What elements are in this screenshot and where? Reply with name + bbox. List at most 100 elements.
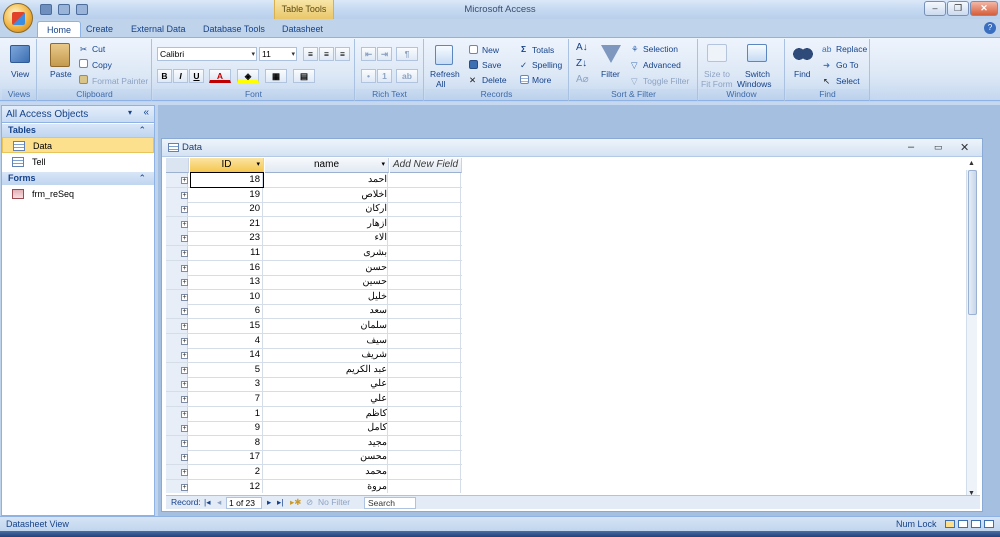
expand-subdatasheet-icon[interactable]: + — [181, 396, 188, 403]
table-row[interactable]: +16 حسن — [166, 260, 462, 276]
table-row[interactable]: +18 احمد — [166, 172, 462, 188]
row-selector[interactable]: + — [166, 187, 188, 202]
table-row[interactable]: +2 محمد — [166, 465, 462, 480]
row-selector[interactable]: + — [166, 260, 188, 275]
expand-subdatasheet-icon[interactable]: + — [181, 469, 188, 476]
expand-subdatasheet-icon[interactable]: + — [181, 177, 188, 184]
tab-database-tools[interactable]: Database Tools — [194, 21, 274, 37]
row-selector[interactable]: + — [166, 377, 188, 392]
cell-id[interactable]: 9 — [191, 421, 263, 436]
align-right-icon[interactable]: ≡ — [335, 47, 350, 61]
pivot-table-view-icon[interactable] — [958, 520, 968, 528]
shutter-bar-close-icon[interactable]: « — [143, 107, 149, 118]
cell-name[interactable]: سيف — [264, 333, 388, 348]
cell-name[interactable]: سلمان — [264, 319, 388, 333]
more-icon[interactable] — [520, 75, 529, 84]
cell-id[interactable]: 12 — [191, 479, 263, 493]
table-row[interactable]: +21 ازهار — [166, 216, 462, 232]
cell-name[interactable]: مروة — [264, 479, 388, 493]
view-button[interactable]: View — [11, 69, 29, 79]
filter-status-text[interactable]: No Filter — [318, 496, 350, 509]
alternate-fill-icon[interactable]: ▤ — [293, 69, 315, 83]
font-color-button[interactable]: A — [209, 69, 231, 83]
table-row[interactable]: +17 محسن — [166, 450, 462, 466]
goto-icon[interactable]: ➜ — [823, 60, 830, 71]
table-row[interactable]: +19 اخلاص — [166, 187, 462, 203]
fill-color-icon[interactable]: ◈ — [237, 69, 259, 83]
cell-add-new-field[interactable] — [389, 392, 461, 406]
nav-item-data-table[interactable]: Data — [2, 137, 154, 153]
table-row[interactable]: +10 خليل — [166, 289, 462, 305]
row-selector[interactable]: + — [166, 421, 188, 436]
new-button[interactable]: New — [482, 45, 499, 55]
cell-id[interactable]: 2 — [191, 465, 263, 479]
switch-windows-button[interactable]: Switch — [745, 69, 770, 79]
table-row[interactable]: +13 حسين — [166, 275, 462, 291]
nav-pane-header[interactable]: All Access Objects ▾ « — [2, 106, 154, 123]
pivot-chart-view-icon[interactable] — [971, 520, 981, 528]
row-selector[interactable]: + — [166, 479, 188, 493]
cell-add-new-field[interactable] — [389, 319, 461, 333]
row-selector[interactable]: + — [166, 450, 188, 465]
cell-name[interactable]: محسن — [264, 450, 388, 465]
tab-datasheet[interactable]: Datasheet — [273, 21, 332, 37]
row-selector[interactable]: + — [166, 231, 188, 246]
row-selector[interactable]: + — [166, 348, 188, 363]
last-record-icon[interactable]: ▸| — [277, 496, 283, 509]
switch-windows-line2[interactable]: Windows — [737, 79, 771, 89]
font-size-combo[interactable]: 11 ▾ — [259, 47, 297, 61]
cell-add-new-field[interactable] — [389, 421, 461, 436]
expand-subdatasheet-icon[interactable]: + — [181, 366, 188, 374]
expand-subdatasheet-icon[interactable]: + — [181, 410, 188, 418]
expand-subdatasheet-icon[interactable]: + — [181, 279, 188, 287]
find-button[interactable]: Find — [794, 69, 811, 79]
expand-subdatasheet-icon[interactable]: + — [181, 454, 188, 462]
cell-name[interactable]: مجيد — [264, 435, 388, 450]
cell-add-new-field[interactable] — [389, 173, 461, 187]
table-row[interactable]: +3 علي — [166, 377, 462, 393]
design-view-icon[interactable] — [984, 520, 994, 528]
cell-name[interactable]: خليل — [264, 289, 388, 304]
table-row[interactable]: +12 مروة — [166, 479, 462, 493]
binoculars-icon[interactable] — [793, 45, 813, 63]
save-icon[interactable] — [469, 60, 478, 69]
scroll-up-icon[interactable]: ▲ — [968, 160, 975, 167]
cell-add-new-field[interactable] — [389, 362, 461, 377]
goto-button[interactable]: Go To — [836, 60, 859, 70]
row-selector[interactable]: + — [166, 465, 188, 479]
expand-subdatasheet-icon[interactable]: + — [181, 352, 188, 360]
cell-add-new-field[interactable] — [389, 450, 461, 465]
format-painter-icon[interactable] — [79, 75, 88, 84]
vertical-scrollbar[interactable]: ▲ ▼ — [966, 160, 977, 497]
cell-name[interactable]: عبد الكريم — [264, 362, 388, 377]
scroll-thumb[interactable] — [968, 170, 977, 315]
table-row[interactable]: +5 عبد الكريم — [166, 362, 462, 378]
cell-add-new-field[interactable] — [389, 348, 461, 363]
new-record-nav-icon[interactable]: ▸✱ — [290, 496, 301, 509]
align-center-icon[interactable]: ≡ — [319, 47, 334, 61]
save-button[interactable]: Save — [482, 60, 501, 70]
cell-name[interactable]: حسين — [264, 275, 388, 290]
spelling-button[interactable]: Spelling — [532, 60, 562, 70]
table-row[interactable]: +9 كامل — [166, 421, 462, 437]
expand-subdatasheet-icon[interactable]: + — [181, 220, 188, 228]
cell-id[interactable]: 20 — [191, 202, 263, 217]
cell-name[interactable]: احمد — [264, 173, 388, 187]
datasheet-title-bar[interactable]: Data – ▭ ✕ — [162, 139, 982, 157]
cell-add-new-field[interactable] — [389, 231, 461, 246]
table-row[interactable]: +20 اركان — [166, 202, 462, 218]
cell-id[interactable]: 7 — [191, 392, 263, 406]
column-header-id[interactable]: ID ▾ — [190, 158, 264, 173]
expand-subdatasheet-icon[interactable]: + — [181, 323, 188, 330]
cell-add-new-field[interactable] — [389, 187, 461, 202]
table-row[interactable]: +1 كاظم — [166, 406, 462, 422]
cell-id[interactable]: 8 — [191, 435, 263, 450]
filter-icon[interactable] — [601, 45, 621, 63]
redo-qat-icon[interactable] — [76, 4, 88, 15]
save-qat-icon[interactable] — [40, 4, 52, 15]
font-name-combo[interactable]: Calibri ▾ — [157, 47, 257, 61]
doc-minimize-button[interactable]: – — [908, 141, 914, 153]
cell-name[interactable]: حسن — [264, 260, 388, 275]
cell-name[interactable]: علي — [264, 392, 388, 406]
column-dropdown-icon[interactable]: ▾ — [381, 158, 385, 172]
